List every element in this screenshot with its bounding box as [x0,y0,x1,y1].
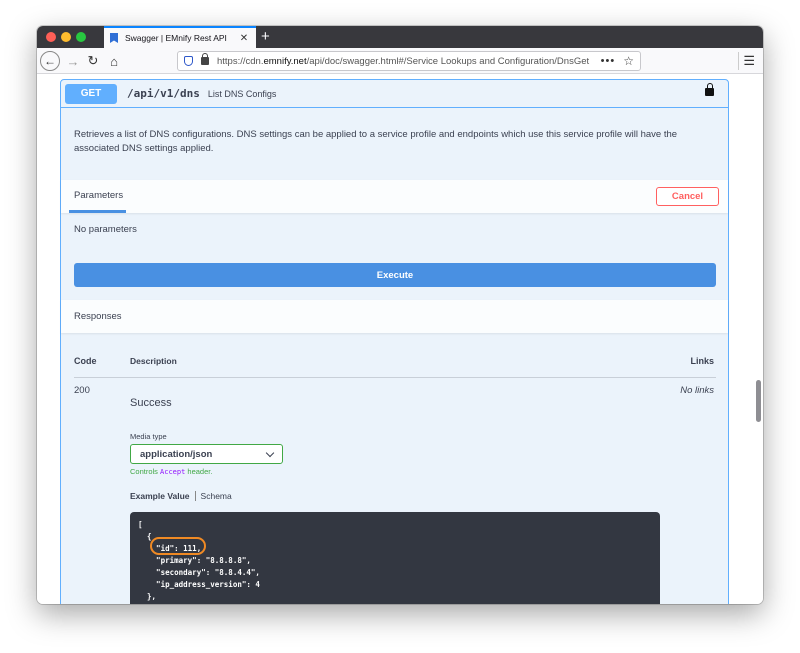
toolbar-divider [738,52,739,70]
operation-summary-text: List DNS Configs [207,88,277,99]
home-button[interactable]: ⌂ [106,52,122,70]
responses-header: Responses [61,300,728,333]
column-header-description: Description [130,356,177,366]
code-line: [ [138,520,143,529]
media-type-select[interactable]: application/json [130,444,283,464]
tab-parameters[interactable]: Parameters [74,190,123,201]
url-bar[interactable]: https://cdn.emnify.net/api/doc/swagger.h… [177,51,641,71]
http-method-badge: GET [65,83,117,104]
controls-prefix: Controls [130,467,161,476]
page-actions-button[interactable]: ••• [601,55,616,67]
no-parameters-text: No parameters [74,224,137,235]
table-divider [74,377,716,378]
forward-button[interactable]: → [65,52,81,70]
code-line: }, [138,592,157,601]
page-scrollbar[interactable] [756,380,761,422]
tab-title: Swagger | EMnify Rest API [125,33,227,43]
zoom-window-button[interactable] [76,32,86,42]
browser-window: Swagger | EMnify Rest API ✕ + ← → ↻ ⌂ ht… [37,26,763,604]
controls-accept-note: Controls Accept header. [130,467,212,476]
parameters-header: Parameters Cancel [61,180,728,213]
id-highlight-annotation [150,537,206,555]
navigation-bar: ← → ↻ ⌂ https://cdn.emnify.net/api/doc/s… [37,48,763,74]
reload-button[interactable]: ↻ [85,52,101,70]
controls-suffix: header. [185,467,213,476]
url-prefix: https://cdn. [217,55,264,67]
code-line: "secondary": "8.8.4.4", [138,568,260,577]
operation-path: /api/v1/dns [127,87,200,100]
example-code-block: [ { "id": 111, "primary": "8.8.8.8", "se… [130,512,660,604]
response-links: No links [680,385,714,396]
tab-separator [194,491,196,501]
tracking-shield-icon[interactable] [184,56,193,66]
url-domain: emnify.net [263,55,307,67]
code-line: "id": 111, [138,544,202,553]
new-tab-button[interactable]: + [261,27,270,47]
execute-button[interactable]: Execute [74,263,716,287]
chevron-down-icon [265,448,275,457]
code-line: "ip_address_version": 4 [138,580,260,589]
lock-icon[interactable] [705,83,714,96]
operation-summary[interactable]: GET /api/v1/dns List DNS Configs [61,80,728,108]
bookmark-star-icon[interactable]: ☆ [623,54,634,68]
response-description: Success [130,397,172,409]
media-type-label: Media type [130,432,167,441]
page-viewport: GET /api/v1/dns List DNS Configs Retriev… [37,75,763,604]
code-line: { [138,532,152,541]
browser-tab[interactable]: Swagger | EMnify Rest API ✕ [104,26,256,48]
operation-block: GET /api/v1/dns List DNS Configs Retriev… [60,79,729,604]
cancel-button[interactable]: Cancel [656,187,719,206]
column-header-code: Code [74,356,97,366]
tab-close-icon[interactable]: ✕ [238,33,250,44]
example-tabs: Example Value Schema [130,491,232,501]
url-path: /api/doc/swagger.html#/Service Lookups a… [306,55,590,67]
code-line: "primary": "8.8.8.8", [138,556,251,565]
media-type-value: application/json [140,448,213,460]
column-header-links: Links [690,356,714,366]
hamburger-menu-icon[interactable]: ☰ [743,53,755,69]
url-text[interactable]: https://cdn.emnify.net/api/doc/swagger.h… [217,56,595,67]
active-tab-indicator [69,210,126,213]
responses-title: Responses [74,311,122,322]
back-button[interactable]: ← [40,51,60,71]
close-window-button[interactable] [46,32,56,42]
tab-example-value[interactable]: Example Value [130,491,190,501]
accept-header-code: Accept [160,468,186,476]
tab-schema[interactable]: Schema [201,491,232,501]
operation-description: Retrieves a list of DNS configurations. … [74,129,678,154]
response-code: 200 [74,385,90,396]
title-bar: Swagger | EMnify Rest API ✕ + [37,26,763,48]
minimize-window-button[interactable] [61,32,71,42]
bookmark-icon [110,33,118,43]
padlock-icon[interactable] [201,53,209,65]
